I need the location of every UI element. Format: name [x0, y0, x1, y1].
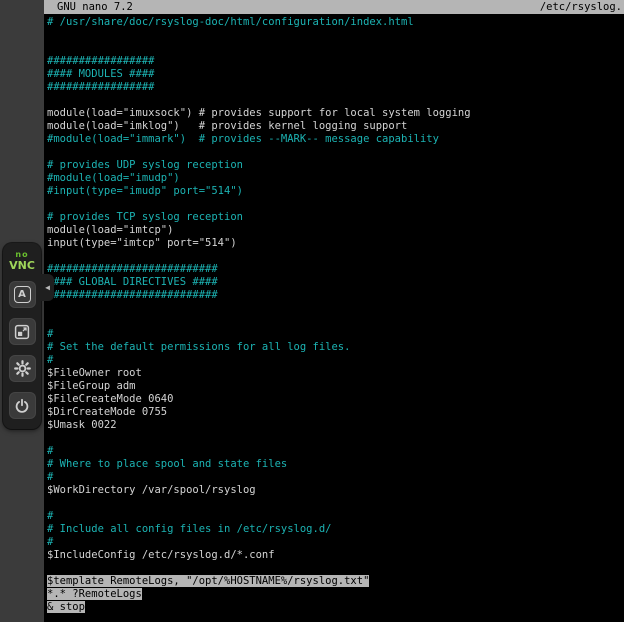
keyboard-a-icon: A	[14, 286, 31, 303]
nano-filename: /etc/rsyslog.	[540, 1, 622, 14]
editor-line: #################	[47, 55, 624, 68]
editor-line: #### GLOBAL DIRECTIVES ####	[47, 276, 624, 289]
editor-line: #input(type="imudp" port="514")	[47, 185, 624, 198]
editor-line	[47, 432, 624, 445]
editor-line: # provides TCP syslog reception	[47, 211, 624, 224]
editor-line: module(load="imuxsock") # provides suppo…	[47, 107, 624, 120]
nano-titlebar: GNU nano 7.2 /etc/rsyslog.	[44, 0, 624, 14]
editor-line: #	[47, 536, 624, 549]
editor-line: & stop	[47, 601, 624, 614]
editor-line: #	[47, 510, 624, 523]
editor-line: # /usr/share/doc/rsyslog-doc/html/config…	[47, 16, 624, 29]
editor-line: #module(load="immark") # provides --MARK…	[47, 133, 624, 146]
power-icon	[14, 398, 30, 414]
settings-button[interactable]	[9, 355, 36, 382]
terminal-screen[interactable]: GNU nano 7.2 /etc/rsyslog. # /usr/share/…	[44, 0, 624, 622]
editor-line	[47, 198, 624, 211]
editor-line: #### MODULES ####	[47, 68, 624, 81]
power-button[interactable]	[9, 392, 36, 419]
novnc-logo: no VNC	[9, 251, 35, 271]
editor-line: *.* ?RemoteLogs	[47, 588, 624, 601]
vnc-toolbar: no VNC A	[3, 243, 41, 429]
novnc-logo-no: no	[9, 251, 35, 259]
editor-line: # Set the default permissions for all lo…	[47, 341, 624, 354]
toolbar-collapse-handle[interactable]: ◀	[41, 274, 54, 301]
fullscreen-icon	[14, 324, 30, 340]
editor-line: $Umask 0022	[47, 419, 624, 432]
editor-line	[47, 497, 624, 510]
editor-line	[47, 146, 624, 159]
editor-line: #	[47, 328, 624, 341]
editor-line	[47, 250, 624, 263]
editor-line: # Include all config files in /etc/rsysl…	[47, 523, 624, 536]
editor-line: $IncludeConfig /etc/rsyslog.d/*.conf	[47, 549, 624, 562]
editor-line: $DirCreateMode 0755	[47, 406, 624, 419]
editor-line: module(load="imtcp")	[47, 224, 624, 237]
editor-line: # provides UDP syslog reception	[47, 159, 624, 172]
editor-line: $template RemoteLogs, "/opt/%HOSTNAME%/r…	[47, 575, 624, 588]
editor-line: #	[47, 354, 624, 367]
editor-line: #	[47, 445, 624, 458]
editor-line: ###########################	[47, 263, 624, 276]
novnc-logo-vnc: VNC	[9, 260, 35, 271]
editor-line: $WorkDirectory /var/spool/rsyslog	[47, 484, 624, 497]
gear-icon	[14, 360, 31, 377]
editor-line: input(type="imtcp" port="514")	[47, 237, 624, 250]
editor-line: module(load="imklog") # provides kernel …	[47, 120, 624, 133]
editor-line: #module(load="imudp")	[47, 172, 624, 185]
fullscreen-button[interactable]	[9, 318, 36, 345]
editor-line	[47, 562, 624, 575]
editor-line: $FileOwner root	[47, 367, 624, 380]
editor-line	[47, 29, 624, 42]
editor-lines: # /usr/share/doc/rsyslog-doc/html/config…	[44, 14, 624, 614]
editor-line	[47, 42, 624, 55]
chevron-left-icon: ◀	[45, 283, 50, 292]
editor-line	[47, 302, 624, 315]
nano-version: GNU nano 7.2	[57, 1, 133, 14]
editor-line: $FileGroup adm	[47, 380, 624, 393]
keyboard-button[interactable]: A	[9, 281, 36, 308]
editor-line	[47, 315, 624, 328]
editor-line: #################	[47, 81, 624, 94]
editor-line: #	[47, 471, 624, 484]
editor-line: # Where to place spool and state files	[47, 458, 624, 471]
editor-line: ###########################	[47, 289, 624, 302]
editor-line	[47, 94, 624, 107]
editor-line: $FileCreateMode 0640	[47, 393, 624, 406]
